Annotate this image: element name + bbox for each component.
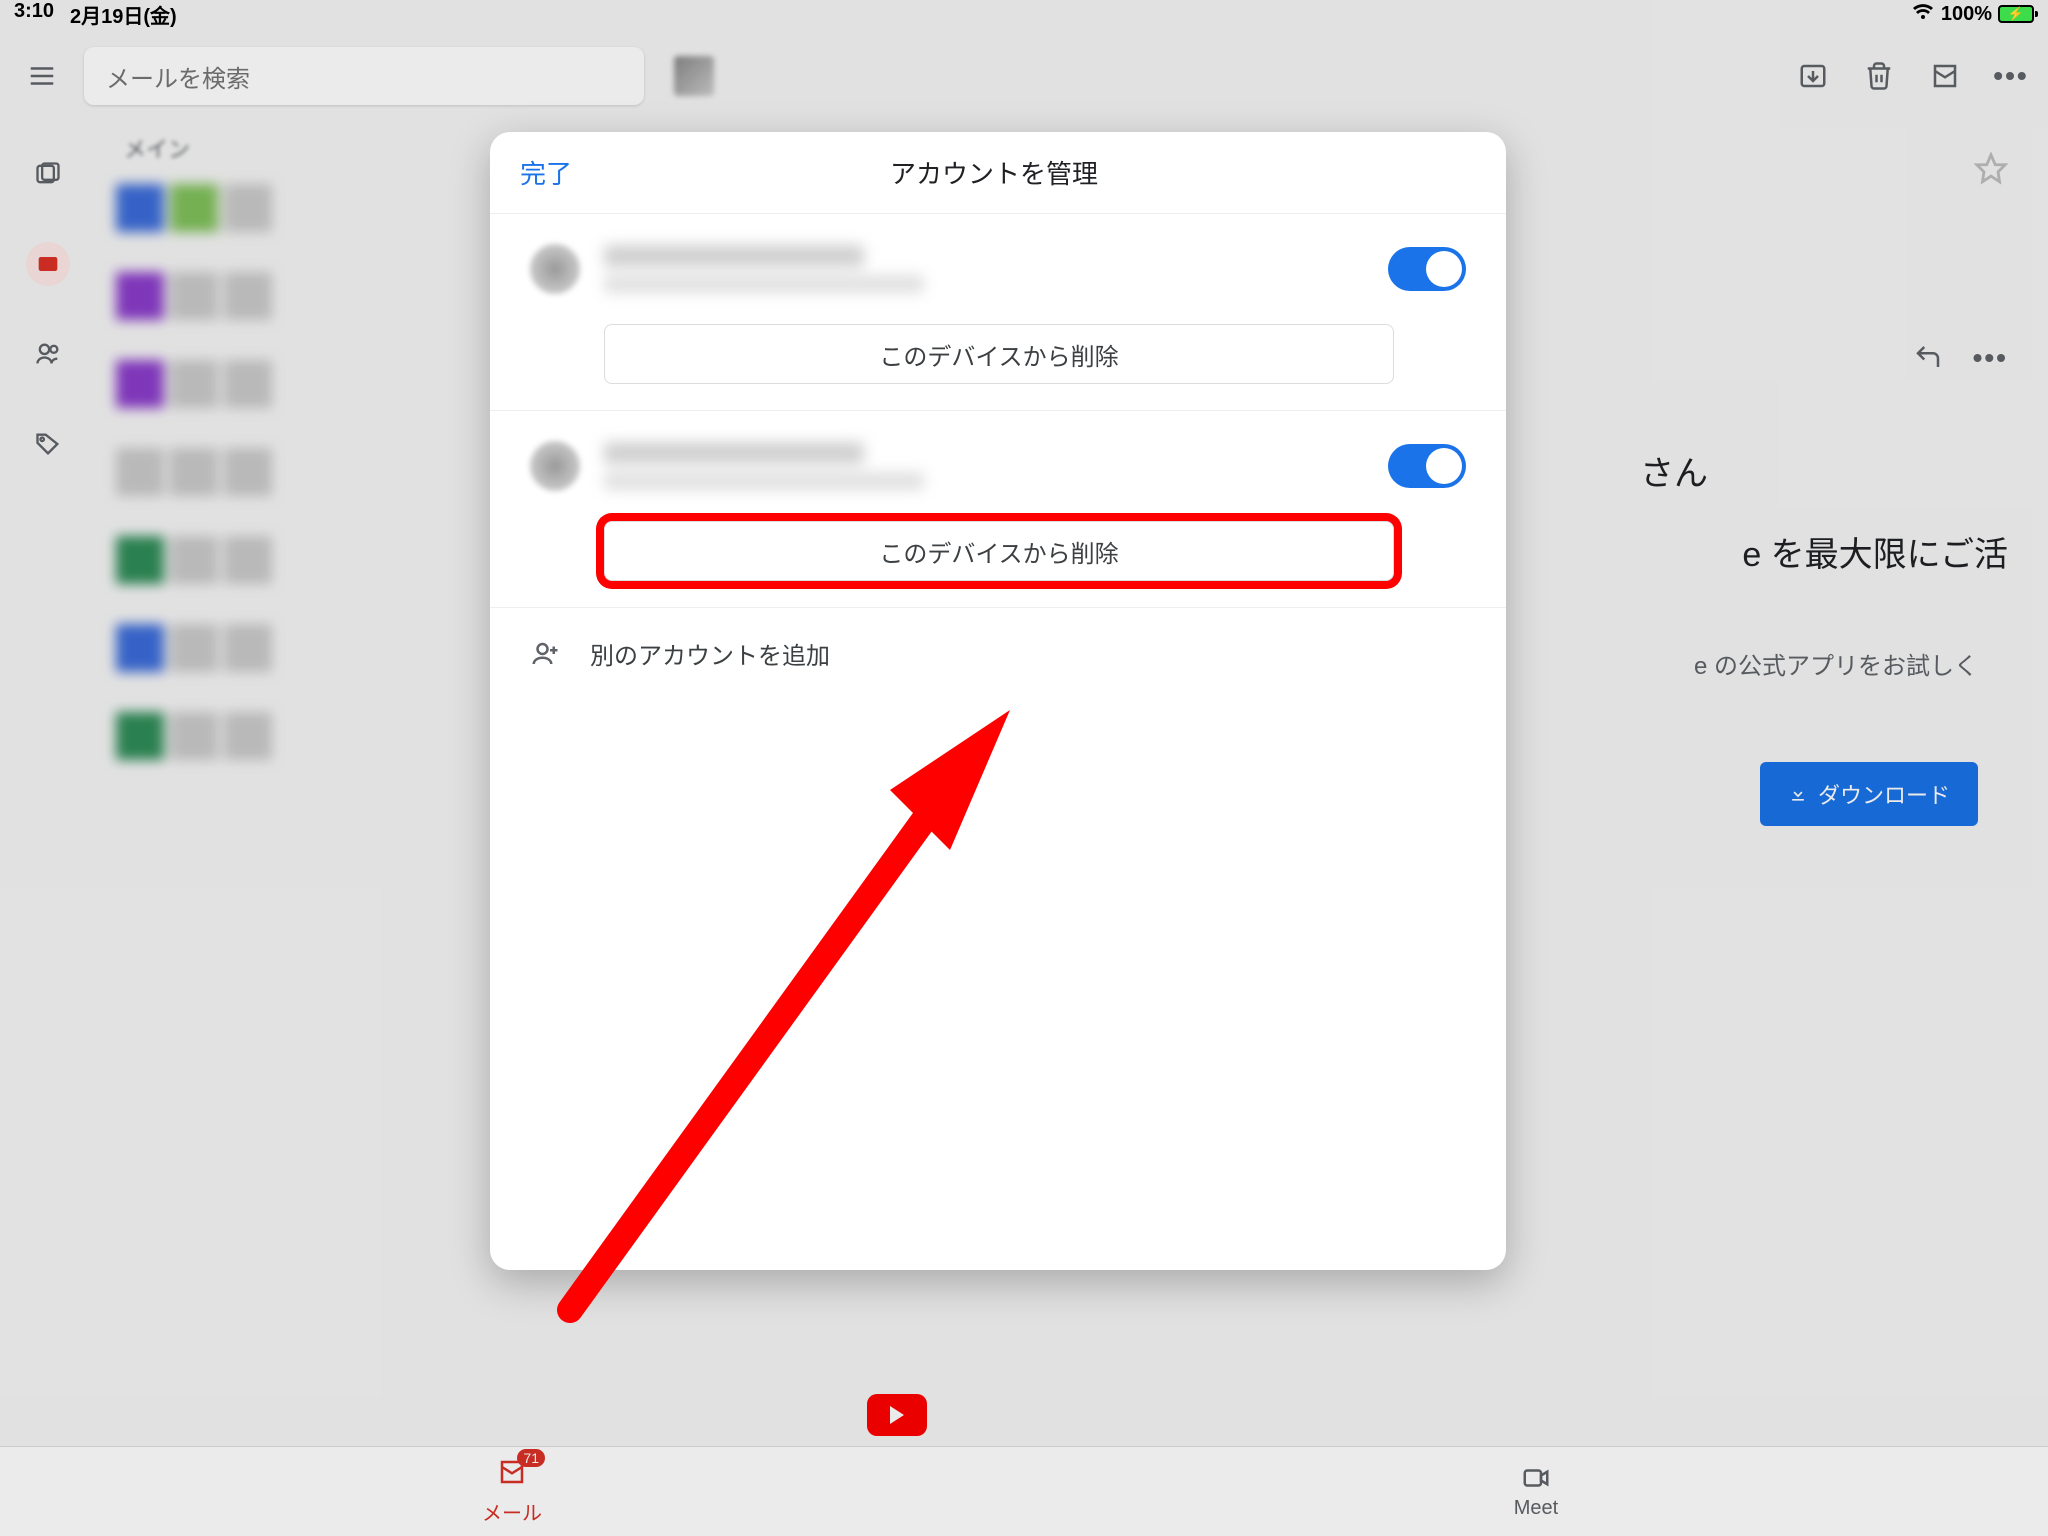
add-account-label: 別のアカウントを追加 — [590, 636, 830, 671]
modal-header: 完了 アカウントを管理 — [490, 132, 1506, 214]
tab-meet-label: Meet — [1514, 1497, 1558, 1520]
message-toolbar: ••• — [1796, 59, 2028, 93]
battery-percentage: 100% — [1941, 3, 1992, 26]
status-time: 3:10 — [14, 0, 54, 29]
app-topbar: メールを検索 ••• — [0, 40, 2048, 112]
account-avatar — [530, 244, 580, 294]
status-bar: 3:10 2月19日(金) 100% ⚡ — [0, 0, 2048, 28]
menu-icon[interactable] — [20, 54, 64, 98]
delete-icon[interactable] — [1862, 59, 1896, 93]
search-input[interactable]: メールを検索 — [84, 47, 644, 105]
sidebar-item-primary[interactable] — [26, 242, 70, 286]
remove-from-device-button-2[interactable]: このデバイスから削除 — [604, 521, 1394, 581]
sidebar-item-all[interactable] — [26, 152, 70, 196]
done-button[interactable]: 完了 — [520, 154, 572, 191]
more-icon[interactable]: ••• — [1994, 59, 2028, 93]
message-more-icon[interactable]: ••• — [1973, 342, 2008, 377]
account-toggle[interactable] — [1388, 444, 1466, 488]
message-actions: ••• — [1913, 342, 2008, 377]
remove-from-device-button-1[interactable]: このデバイスから削除 — [604, 324, 1394, 384]
tab-mail-label: メール — [482, 1497, 542, 1526]
download-button[interactable]: ダウンロード — [1760, 762, 1978, 826]
sidebar-item-social[interactable] — [26, 332, 70, 376]
sidebar — [0, 112, 96, 1536]
archive-icon[interactable] — [1796, 59, 1830, 93]
account-info-redacted — [604, 245, 1388, 293]
account-avatar — [530, 441, 580, 491]
wifi-icon — [1911, 0, 1935, 29]
status-date: 2月19日(金) — [70, 0, 177, 29]
star-icon[interactable] — [1974, 152, 2008, 191]
bottom-tab-bar: 71 メール Meet — [0, 1446, 2048, 1536]
battery-icon: ⚡ — [1998, 5, 2034, 23]
account-info-redacted — [604, 442, 1388, 490]
add-person-icon — [530, 639, 560, 669]
download-label: ダウンロード — [1818, 778, 1950, 810]
mark-unread-icon[interactable] — [1928, 59, 1962, 93]
tab-meet[interactable]: Meet — [1024, 1447, 2048, 1536]
reply-icon[interactable] — [1913, 342, 1943, 377]
account-toggle[interactable] — [1388, 247, 1466, 291]
add-account-row[interactable]: 別のアカウントを追加 — [490, 608, 1506, 699]
manage-accounts-modal: 完了 アカウントを管理 このデバイスから削除 このデバイスから削除 別のアカウン… — [490, 132, 1506, 1270]
profile-avatar[interactable] — [674, 56, 714, 96]
tab-mail[interactable]: 71 メール — [0, 1447, 1024, 1536]
account-item-1: このデバイスから削除 — [490, 214, 1506, 411]
sidebar-item-promotions[interactable] — [26, 422, 70, 466]
account-item-2: このデバイスから削除 — [490, 411, 1506, 608]
youtube-icon — [867, 1394, 927, 1436]
modal-title: アカウントを管理 — [572, 154, 1416, 191]
mail-badge: 71 — [517, 1449, 545, 1467]
search-placeholder: メールを検索 — [106, 59, 250, 94]
